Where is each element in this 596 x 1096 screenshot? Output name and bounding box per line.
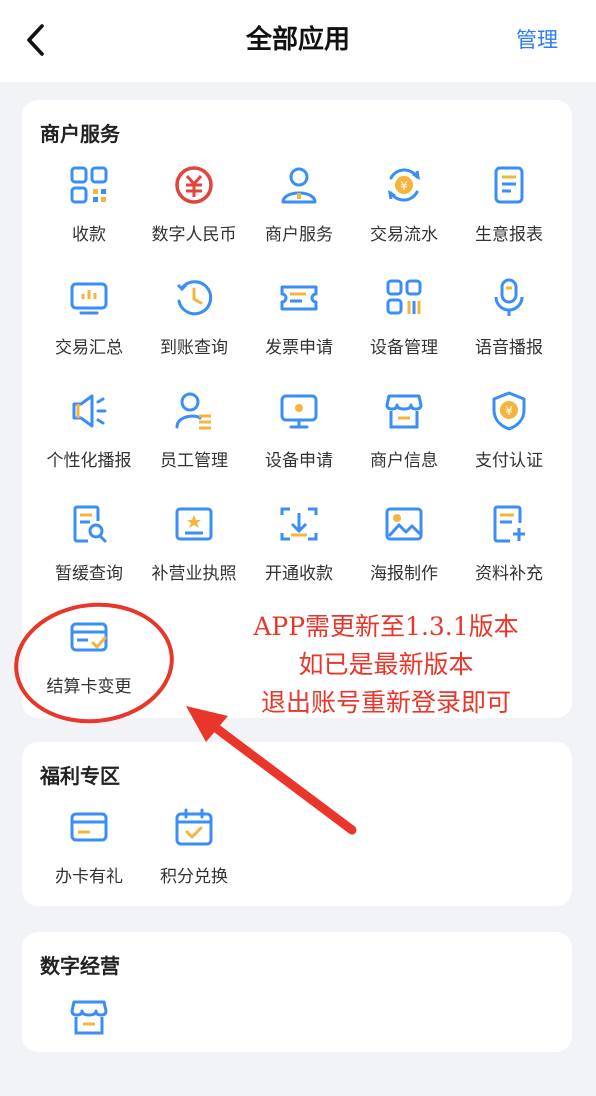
app-suspend-query[interactable]: 暂缓查询: [34, 503, 144, 603]
app-points-exchange[interactable]: 积分兑换: [139, 806, 249, 906]
app-label: 数字人民币: [151, 225, 237, 245]
section-title: 福利专区: [40, 764, 120, 788]
section-benefits: 福利专区 办卡有礼 积分兑换: [22, 742, 572, 906]
report-icon: [494, 166, 524, 204]
app-label: 海报制作: [370, 564, 438, 584]
app-arrival-query[interactable]: 到账查询: [139, 277, 249, 377]
summary-monitor-icon: [70, 282, 108, 315]
calendar-check-icon: [175, 808, 213, 846]
store-icon: [385, 394, 423, 429]
app-label: 办卡有礼: [55, 867, 123, 887]
section-title: 数字经营: [40, 954, 120, 978]
app-label: 设备管理: [370, 338, 438, 358]
page-title: 全部应用: [245, 25, 350, 55]
app-merchant-service[interactable]: 商户服务: [244, 164, 354, 264]
app-payment-auth[interactable]: ¥ 支付认证: [454, 390, 564, 490]
app-transaction-summary[interactable]: 交易汇总: [34, 277, 144, 377]
app-label: 商户服务: [265, 225, 333, 245]
app-business-license[interactable]: 补营业执照: [139, 503, 249, 603]
app-invoice-apply[interactable]: 发票申请: [244, 277, 354, 377]
section-digital-operation: 数字经营: [22, 932, 572, 1052]
image-icon: [385, 507, 423, 541]
app-label: 到账查询: [160, 338, 228, 358]
app-label: 支付认证: [475, 451, 543, 471]
speaker-icon: [72, 394, 107, 428]
app-device-manage[interactable]: 设备管理: [349, 277, 459, 377]
app-label: 生意报表: [475, 225, 543, 245]
digital-rmb-icon: [175, 166, 213, 204]
shield-yen-icon: ¥: [492, 391, 526, 431]
qr-code-icon: [70, 166, 108, 204]
card-icon: [70, 812, 108, 842]
app-label: 结算卡变更: [46, 677, 132, 697]
app-business-report[interactable]: 生意报表: [454, 164, 564, 264]
app-label: 员工管理: [160, 451, 228, 471]
app-open-payment[interactable]: 开通收款: [244, 503, 354, 603]
app-label: 个性化播报: [46, 451, 132, 471]
microphone-icon: [494, 278, 524, 316]
app-digital-store[interactable]: [34, 996, 144, 1096]
app-label: 设备申请: [265, 451, 333, 471]
notice-line-1: APP需更新至1.3.1版本: [253, 612, 519, 641]
user-service-icon: [281, 167, 317, 204]
app-poster-make[interactable]: 海报制作: [349, 503, 459, 603]
section-title: 商户服务: [40, 122, 120, 146]
notice-line-3: 退出账号重新登录即可: [260, 688, 511, 717]
transaction-flow-icon: ¥: [387, 168, 421, 202]
app-info-supplement[interactable]: 资料补充: [454, 503, 564, 603]
app-label: 交易汇总: [55, 338, 123, 358]
manage-button[interactable]: 管理: [516, 20, 558, 60]
app-label: 交易流水: [370, 225, 438, 245]
document-add-icon: [493, 505, 525, 543]
app-label: 资料补充: [475, 564, 543, 584]
svg-text:¥: ¥: [400, 179, 408, 193]
svg-text:¥: ¥: [505, 404, 513, 418]
app-label: 收款: [72, 225, 106, 245]
license-icon: [175, 507, 213, 541]
notice-line-2: 如已是最新版本: [298, 650, 474, 679]
app-shoukuan[interactable]: 收款: [34, 164, 144, 264]
staff-icon: [175, 392, 211, 430]
app-device-apply[interactable]: 设备申请: [244, 390, 354, 490]
app-digital-rmb[interactable]: 数字人民币: [139, 164, 249, 264]
app-settlement-card-change[interactable]: 结算卡变更: [34, 616, 144, 716]
app-label: 补营业执照: [151, 564, 237, 584]
app-staff-manage[interactable]: 员工管理: [139, 390, 249, 490]
app-voice-broadcast[interactable]: 语音播报: [454, 277, 564, 377]
monitor-icon: [280, 394, 318, 429]
top-bar: 全部应用 管理: [0, 0, 596, 82]
app-transaction-flow[interactable]: ¥ 交易流水: [349, 164, 459, 264]
clock-history-icon: [176, 280, 213, 316]
app-label: 商户信息: [370, 451, 438, 471]
card-check-icon: [70, 622, 108, 652]
app-label: 语音播报: [475, 338, 543, 358]
app-merchant-info[interactable]: 商户信息: [349, 390, 459, 490]
document-search-icon: [73, 505, 107, 543]
store-icon: [70, 1000, 108, 1035]
invoice-ticket-icon: [280, 285, 318, 311]
app-label: 发票申请: [265, 338, 333, 358]
device-grid-icon: [386, 279, 422, 315]
app-label: 暂缓查询: [55, 564, 123, 584]
app-card-gift[interactable]: 办卡有礼: [34, 806, 144, 906]
app-custom-broadcast[interactable]: 个性化播报: [34, 390, 144, 490]
app-label: 开通收款: [265, 564, 333, 584]
app-label: 积分兑换: [160, 867, 228, 887]
update-notice: APP需更新至1.3.1版本 如已是最新版本 退出账号重新登录即可: [236, 608, 536, 722]
download-frame-icon: [280, 507, 318, 541]
